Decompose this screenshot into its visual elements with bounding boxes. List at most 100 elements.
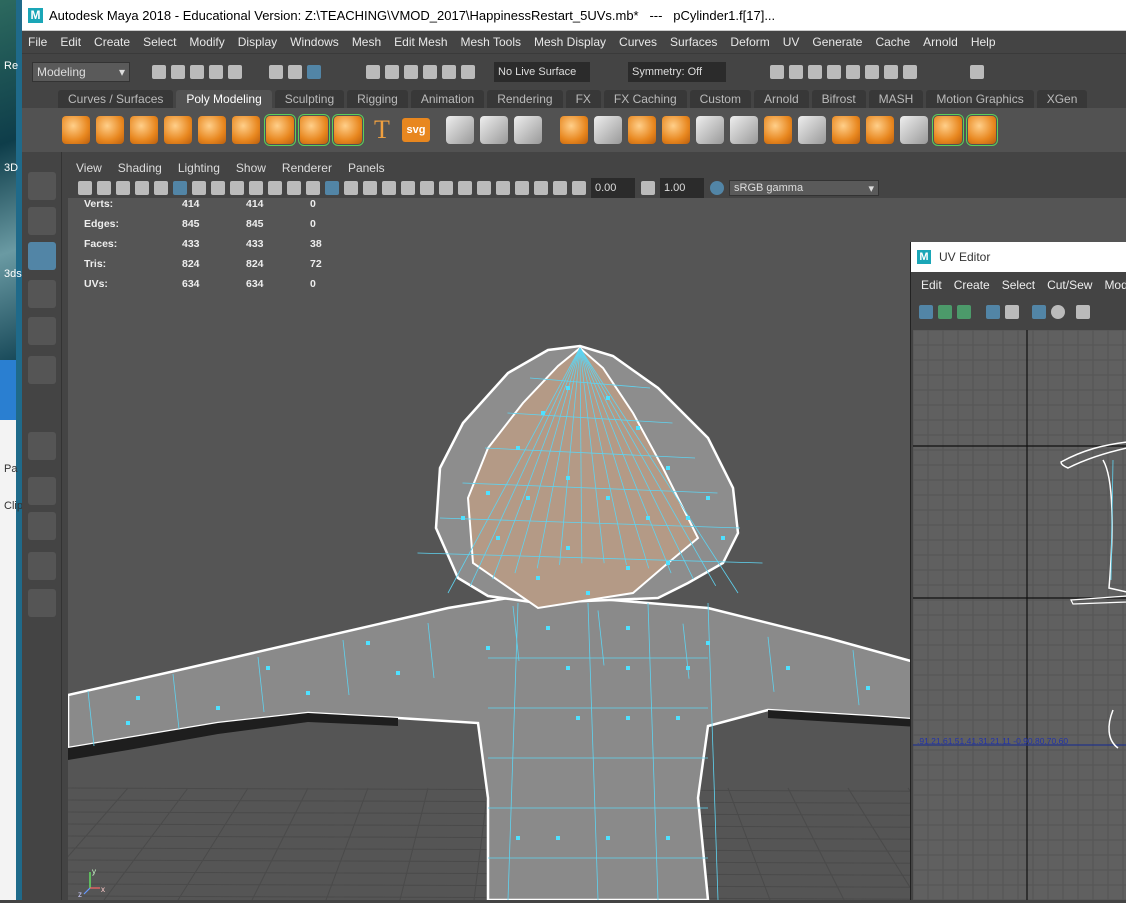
snap-projected-center-icon[interactable] <box>423 64 437 79</box>
make-live-icon[interactable] <box>461 64 475 79</box>
multi-cut-icon[interactable] <box>900 116 928 144</box>
poly-svg-icon[interactable]: svg <box>402 118 430 142</box>
tab-animation[interactable]: Animation <box>410 90 485 108</box>
uv-grid-icon[interactable] <box>986 305 1000 319</box>
light-editor-icon[interactable] <box>884 64 898 79</box>
uv-menu-select[interactable]: Select <box>1002 278 1035 292</box>
anti-aliasing-icon[interactable] <box>458 181 472 195</box>
panel-menu-lighting[interactable]: Lighting <box>178 161 220 175</box>
ambient-occlusion-icon[interactable] <box>420 181 434 195</box>
xray-icon[interactable] <box>515 181 529 195</box>
combine-icon[interactable] <box>560 116 588 144</box>
uv-menu-cut-sew[interactable]: Cut/Sew <box>1047 278 1092 292</box>
exposure-icon[interactable] <box>572 181 586 195</box>
outliner-layout-icon[interactable] <box>28 589 56 617</box>
paint-select-tool-icon[interactable] <box>28 242 56 270</box>
menu-deform[interactable]: Deform <box>730 35 769 49</box>
two-d-pan-icon[interactable] <box>154 181 168 195</box>
user-account-icon[interactable] <box>970 64 984 79</box>
hypershade-icon[interactable] <box>846 64 860 79</box>
poly-cube-icon[interactable] <box>96 116 124 144</box>
tab-rendering[interactable]: Rendering <box>487 90 563 108</box>
fill-hole-icon[interactable] <box>866 116 894 144</box>
symmetry-dropdown[interactable]: Symmetry: Off <box>628 61 726 82</box>
uv-editor-window[interactable]: M UV Editor Edit Create Select Cut/Sew M… <box>910 242 1126 901</box>
color-management-icon[interactable] <box>710 181 724 195</box>
bridge-icon[interactable] <box>798 116 826 144</box>
undo-icon[interactable] <box>209 64 223 79</box>
gate-mask-icon[interactable] <box>230 181 244 195</box>
menu-uv[interactable]: UV <box>783 35 800 49</box>
ipr-render-icon[interactable] <box>808 64 822 79</box>
render-frame-icon[interactable] <box>789 64 803 79</box>
menu-arnold[interactable]: Arnold <box>923 35 958 49</box>
exposure-field[interactable]: 0.00 <box>591 178 635 198</box>
select-tool-icon[interactable] <box>28 172 56 200</box>
mirror-icon[interactable] <box>696 116 724 144</box>
render-view-icon[interactable] <box>770 64 784 79</box>
tab-xgen[interactable]: XGen <box>1036 90 1088 108</box>
depth-of-field-icon[interactable] <box>477 181 491 195</box>
field-chart-icon[interactable] <box>249 181 263 195</box>
uv-checker-icon[interactable] <box>1005 305 1019 319</box>
platonic-solid-icon[interactable] <box>298 114 330 146</box>
menu-mesh[interactable]: Mesh <box>352 35 381 49</box>
select-object-icon[interactable] <box>288 64 302 79</box>
render-setup-icon[interactable] <box>865 64 879 79</box>
film-gate-icon[interactable] <box>192 181 206 195</box>
poly-cone-icon[interactable] <box>164 116 192 144</box>
bookmarks-icon[interactable] <box>116 181 130 195</box>
snap-curve-icon[interactable] <box>385 64 399 79</box>
uv-shaded-icon[interactable] <box>1051 305 1065 319</box>
menu-cache[interactable]: Cache <box>875 35 910 49</box>
panel-menu-renderer[interactable]: Renderer <box>282 161 332 175</box>
safe-action-icon[interactable] <box>268 181 282 195</box>
snowflake-icon[interactable] <box>514 116 542 144</box>
grid-toggle-icon[interactable] <box>173 181 187 195</box>
gamma-icon[interactable] <box>641 181 655 195</box>
tab-mash[interactable]: MASH <box>868 90 924 108</box>
safe-title-icon[interactable] <box>287 181 301 195</box>
open-scene-icon[interactable] <box>171 64 185 79</box>
modeling-toolkit-icon[interactable] <box>28 432 56 460</box>
gamma-field[interactable]: 1.00 <box>660 178 704 198</box>
tab-rigging[interactable]: Rigging <box>347 90 408 108</box>
tab-sculpting[interactable]: Sculpting <box>274 90 345 108</box>
motion-blur-icon[interactable] <box>439 181 453 195</box>
scale-tool-icon[interactable] <box>28 356 56 384</box>
uv-menu-edit[interactable]: Edit <box>921 278 942 292</box>
tab-fx-caching[interactable]: FX Caching <box>603 90 687 108</box>
menu-help[interactable]: Help <box>971 35 996 49</box>
snap-point-icon[interactable] <box>404 64 418 79</box>
camera-attributes-icon[interactable] <box>97 181 111 195</box>
wireframe-icon[interactable] <box>306 181 320 195</box>
menu-display[interactable]: Display <box>238 35 277 49</box>
move-tool-icon[interactable] <box>28 280 56 308</box>
poly-disc-icon[interactable] <box>264 114 296 146</box>
resolution-gate-icon[interactable] <box>211 181 225 195</box>
menu-select[interactable]: Select <box>143 35 176 49</box>
uv-menu-create[interactable]: Create <box>954 278 990 292</box>
wireframe-on-shaded-icon[interactable] <box>344 181 358 195</box>
single-perspective-layout-icon[interactable] <box>28 477 56 505</box>
window-titlebar[interactable]: M Autodesk Maya 2018 - Educational Versi… <box>22 0 1126 31</box>
tab-bifrost[interactable]: Bifrost <box>811 90 866 108</box>
four-view-layout-icon[interactable] <box>28 512 56 540</box>
poly-sphere-icon[interactable] <box>62 116 90 144</box>
rotate-tool-icon[interactable] <box>28 317 56 345</box>
live-surface-field[interactable]: No Live Surface <box>494 61 590 82</box>
xray-active-icon[interactable] <box>534 181 548 195</box>
panel-menu-show[interactable]: Show <box>236 161 266 175</box>
uv-distribute-icon[interactable] <box>480 116 508 144</box>
tab-motion-graphics[interactable]: Motion Graphics <box>926 90 1034 108</box>
uv-shell-select-icon[interactable] <box>919 305 933 319</box>
isolate-select-icon[interactable] <box>496 181 510 195</box>
redo-icon[interactable] <box>228 64 242 79</box>
color-space-dropdown[interactable]: sRGB gamma ▾ <box>729 180 879 196</box>
tab-custom[interactable]: Custom <box>689 90 751 108</box>
separate-icon[interactable] <box>594 116 622 144</box>
tab-arnold[interactable]: Arnold <box>753 90 809 108</box>
uv-select-icon[interactable] <box>938 305 952 319</box>
uv-distortion-icon[interactable] <box>1032 305 1046 319</box>
insert-edge-loop-icon[interactable] <box>966 114 998 146</box>
